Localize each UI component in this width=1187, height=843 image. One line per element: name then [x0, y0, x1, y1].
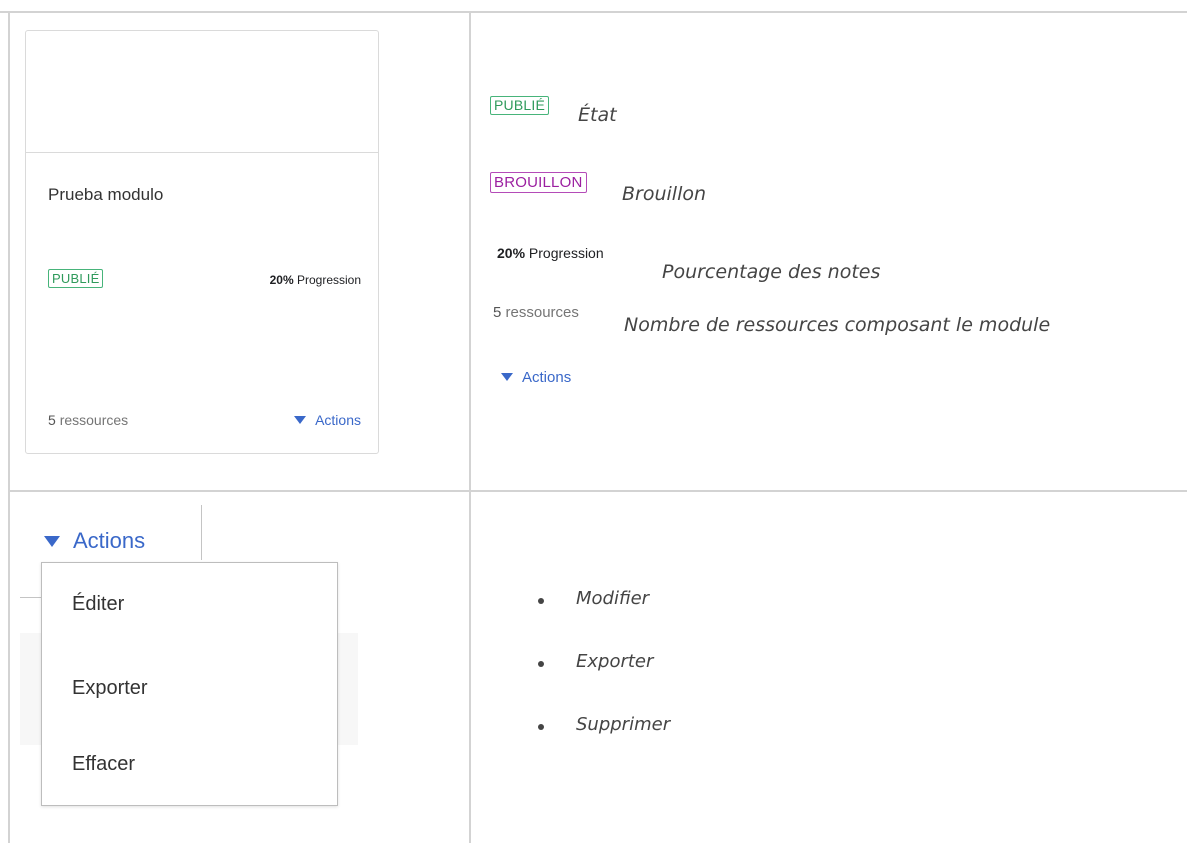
menu-item-edit[interactable]: Éditer: [72, 593, 124, 616]
resources-number: 5: [48, 412, 56, 428]
table-left-border: [8, 11, 10, 843]
menu-legend-item: Exporter: [537, 651, 670, 714]
table-top-border: [0, 11, 1187, 13]
legend-progress: 20% Progression: [497, 245, 604, 261]
legend-actions[interactable]: Actions: [501, 369, 571, 386]
legend-progress-value: 20%: [497, 245, 526, 261]
actions-menu-trigger[interactable]: Actions: [44, 528, 145, 554]
legend-draft-desc: Brouillon: [622, 183, 707, 205]
divider-vertical: [201, 505, 202, 560]
legend-resources: 5 ressources: [493, 304, 579, 321]
legend-resources-number: 5: [493, 304, 502, 321]
progress-indicator: 20% Progression: [270, 273, 361, 287]
legend-actions-label: Actions: [522, 369, 572, 386]
progress-value: 20%: [269, 273, 294, 287]
progress-label: Progression: [296, 273, 361, 287]
menu-legend-list: Modifier Exporter Supprimer: [537, 588, 670, 777]
legend-draft-badge: BROUILLON: [490, 172, 587, 193]
status-badge: PUBLIÉ: [48, 269, 104, 288]
menu-legend-item: Modifier: [537, 588, 670, 651]
legend-progress-desc: Pourcentage des notes: [662, 261, 881, 283]
module-title[interactable]: Prueba modulo: [48, 185, 163, 205]
caret-down-icon: [294, 416, 307, 425]
caret-down-icon: [501, 373, 513, 382]
actions-menu-trigger-label: Actions: [73, 528, 146, 553]
table-row-divider: [8, 490, 1187, 492]
legend-resources-label: ressources: [505, 304, 579, 321]
resources-label: ressources: [59, 412, 129, 428]
legend-progress-label: Progression: [528, 245, 604, 261]
legend-published-badge: PUBLIÉ: [490, 96, 549, 115]
legend-published-desc: État: [578, 104, 617, 126]
menu-legend-item: Supprimer: [537, 714, 670, 777]
actions-label: Actions: [315, 412, 361, 428]
menu-item-export[interactable]: Exporter: [72, 677, 148, 700]
legend-resources-desc: Nombre de ressources composant le module: [624, 314, 1051, 336]
caret-down-icon: [44, 535, 60, 547]
divider-horizontal: [20, 597, 42, 598]
actions-menu: Éditer Exporter Effacer: [41, 562, 338, 806]
module-card[interactable]: Prueba modulo PUBLIÉ 20% Progression 5 r…: [25, 30, 379, 454]
module-thumbnail: [26, 31, 378, 153]
menu-item-delete[interactable]: Effacer: [72, 753, 135, 776]
resources-count: 5 ressources: [48, 412, 128, 428]
actions-dropdown[interactable]: Actions: [294, 412, 361, 428]
table-column-divider: [469, 11, 471, 843]
